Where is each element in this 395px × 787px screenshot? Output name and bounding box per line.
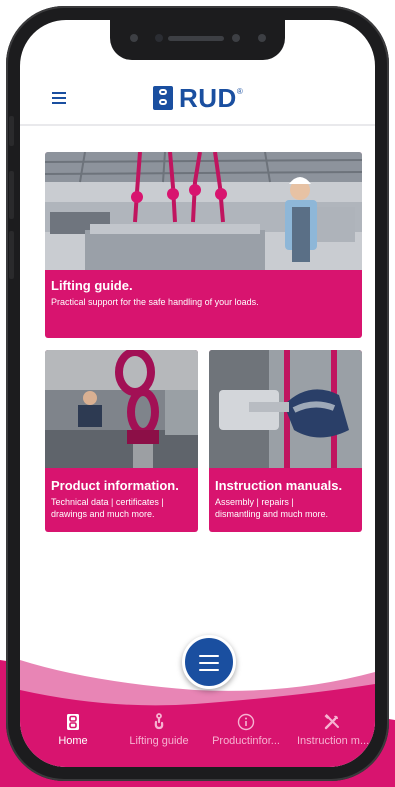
tab-label: Productinfor... (212, 735, 280, 747)
rud-logo-icon (153, 86, 173, 110)
card-description-line: dismantling and much more. (215, 509, 329, 519)
header-divider (20, 124, 375, 126)
registered-mark: ® (236, 87, 243, 96)
sensor-dot (258, 34, 266, 42)
menu-fab-button[interactable] (182, 635, 236, 689)
tab-label: Lifting guide (129, 735, 189, 747)
card-title: Product information. (51, 478, 179, 493)
card-description-line: drawings and much more. (51, 509, 155, 519)
app-header: RUD ® (20, 82, 375, 122)
card-title: Instruction manuals. (215, 478, 343, 493)
rud-logo-icon (67, 714, 79, 730)
camera-dot (155, 34, 163, 42)
sensor-dot (130, 34, 138, 42)
hook-icon (154, 713, 164, 730)
card-lifting-guide[interactable]: Lifting guide. Practical support for the… (45, 152, 362, 338)
tab-instruction-manuals[interactable]: Instruction m... (297, 713, 370, 747)
sensor-dot (232, 34, 240, 42)
instruction-manuals-photo (209, 350, 362, 468)
card-title: Lifting guide. (51, 278, 133, 293)
hamburger-menu-icon[interactable] (52, 92, 66, 104)
tab-home[interactable]: Home (38, 713, 108, 747)
tools-icon (324, 714, 339, 730)
speaker-grille (168, 36, 224, 41)
phone-notch (110, 20, 285, 60)
app-screen: RUD ® Lifting guide. Practical support f… (20, 20, 375, 767)
info-icon (237, 713, 255, 731)
card-description: Practical support for the safe handling … (51, 297, 259, 307)
product-information-photo (45, 350, 198, 468)
card-description-line: Assembly | repairs | (215, 497, 294, 507)
phone-frame: RUD ® Lifting guide. Practical support f… (6, 6, 389, 781)
tab-label: Home (58, 735, 88, 747)
tab-label: Instruction m... (297, 735, 370, 747)
card-instruction-manuals[interactable]: Instruction manuals. Assembly | repairs … (209, 350, 362, 532)
lifting-guide-photo (45, 152, 362, 270)
side-button (9, 231, 14, 279)
tab-lifting-guide[interactable]: Lifting guide (124, 713, 194, 747)
tab-productinformation[interactable]: Productinfor... (211, 713, 281, 747)
card-description-line: Technical data | certificates | (51, 497, 164, 507)
brand-logo: RUD ® (153, 82, 243, 113)
side-button (9, 171, 14, 219)
brand-name: RUD (179, 82, 237, 113)
card-product-information[interactable]: Product information. Technical data | ce… (45, 350, 198, 532)
side-button (9, 116, 14, 146)
